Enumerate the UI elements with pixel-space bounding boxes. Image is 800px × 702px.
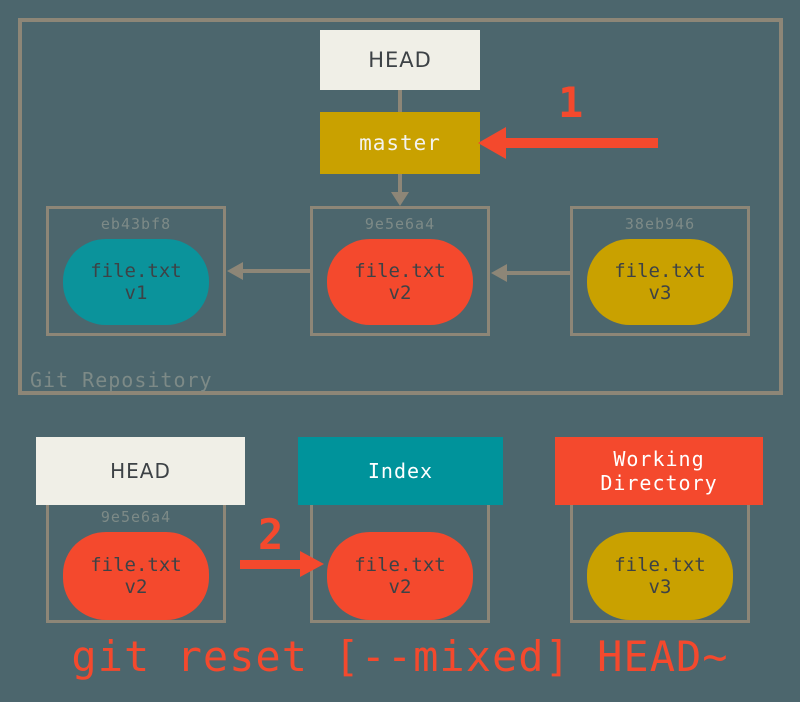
commit-box-9e5e6a4: 9e5e6a4 file.txt v2: [310, 206, 490, 336]
blob-version: v3: [648, 576, 672, 598]
connector-master-to-commit: [398, 174, 402, 194]
index-area-header: Index: [298, 437, 503, 505]
index-area-blob: file.txt v2: [327, 532, 473, 620]
master-branch-label: master: [359, 131, 441, 155]
working-directory-area-title: Working Directory: [600, 447, 717, 496]
working-directory-title-line2: Directory: [600, 471, 718, 495]
commit-hash: eb43bf8: [100, 215, 172, 233]
head-area-title: HEAD: [110, 458, 171, 483]
master-branch-box: master: [320, 112, 480, 174]
commit-blob: file.txt v2: [327, 239, 473, 325]
working-directory-area-blob: file.txt v3: [587, 532, 733, 620]
step-two-arrowhead-icon: [300, 551, 324, 577]
commit-hash: 9e5e6a4: [364, 215, 436, 233]
blob-version: v3: [648, 282, 672, 304]
head-area-hash: 9e5e6a4: [100, 508, 172, 526]
commit-blob: file.txt v1: [63, 239, 209, 325]
step-one-arrow-shaft: [506, 138, 658, 148]
head-pointer-box: HEAD: [320, 30, 480, 90]
blob-version: v1: [124, 282, 148, 304]
blob-filename: file.txt: [614, 553, 706, 576]
blob-filename: file.txt: [354, 553, 446, 576]
parent-link-arrowhead-icon: [227, 262, 243, 280]
commit-hash: 38eb946: [624, 215, 696, 233]
git-repository-label: Git Repository: [30, 368, 213, 392]
connector-master-arrowhead-icon: [391, 192, 409, 206]
working-directory-area-header: Working Directory: [555, 437, 763, 505]
step-number-two: 2: [258, 510, 284, 559]
step-one-arrowhead-icon: [478, 127, 506, 159]
blob-filename: file.txt: [354, 259, 446, 282]
head-area-blob: file.txt v2: [63, 532, 209, 620]
command-caption: git reset [--mixed] HEAD~: [71, 632, 729, 681]
blob-filename: file.txt: [90, 553, 182, 576]
commit-box-eb43bf8: eb43bf8 file.txt v1: [46, 206, 226, 336]
head-area-header: HEAD: [36, 437, 245, 505]
blob-version: v2: [124, 576, 148, 598]
parent-link-commit3-to-commit2: [507, 271, 570, 275]
blob-filename: file.txt: [90, 259, 182, 282]
commit-box-38eb946: 38eb946 file.txt v3: [570, 206, 750, 336]
blob-version: v2: [388, 282, 412, 304]
blob-filename: file.txt: [614, 259, 706, 282]
parent-link-commit2-to-commit1: [243, 269, 310, 273]
blob-version: v2: [388, 576, 412, 598]
index-area-title: Index: [367, 458, 434, 483]
head-pointer-label: HEAD: [368, 48, 432, 72]
step-two-arrow-shaft: [240, 560, 302, 569]
diagram-canvas: Git Repository HEAD master 1 eb43bf8 fil…: [0, 0, 800, 702]
connector-head-to-master: [398, 90, 402, 112]
commit-blob: file.txt v3: [587, 239, 733, 325]
parent-link-arrowhead-icon: [491, 264, 507, 282]
working-directory-title-line1: Working: [613, 446, 705, 471]
step-number-one: 1: [558, 78, 584, 127]
